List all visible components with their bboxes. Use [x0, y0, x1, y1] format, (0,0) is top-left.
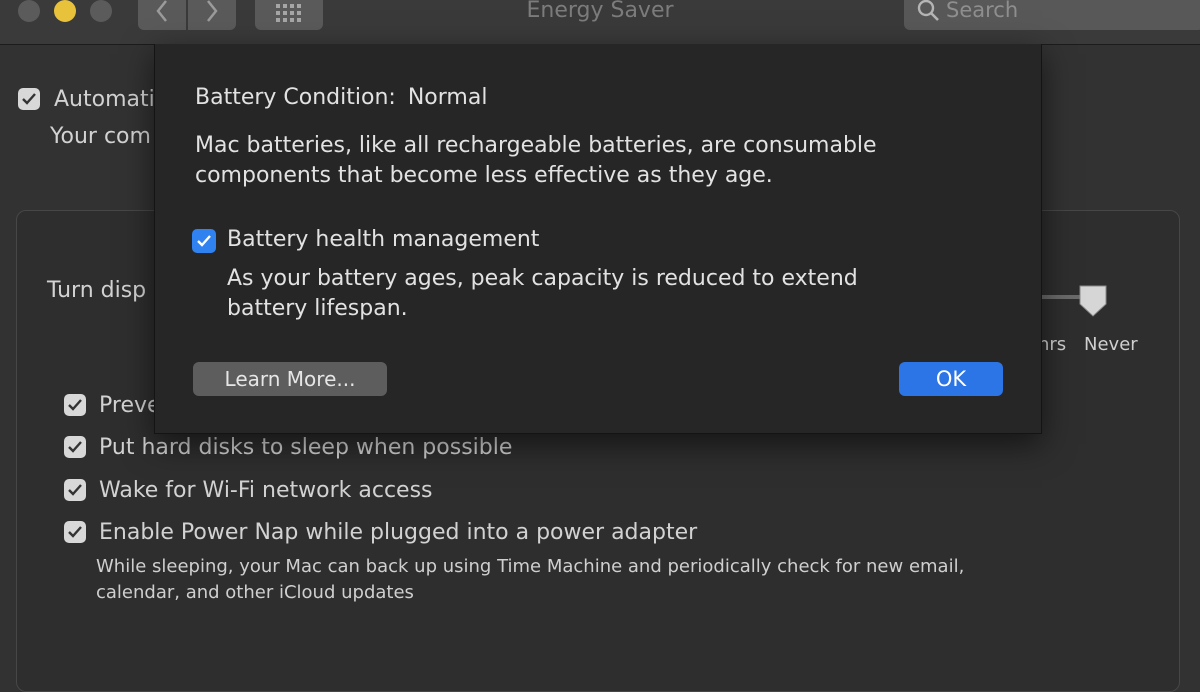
search-field[interactable]: Search: [904, 0, 1200, 30]
slider-tick-never: Never: [1084, 334, 1138, 355]
automatic-sublabel: Your com: [50, 124, 151, 149]
hard-disk-sleep-label: Put hard disks to sleep when possible: [99, 435, 513, 460]
battery-health-label: Battery health management: [227, 227, 540, 252]
option-checkbox[interactable]: [64, 394, 86, 416]
ok-button[interactable]: OK: [899, 362, 1003, 396]
slider-thumb[interactable]: [1078, 284, 1108, 318]
automatic-checkbox[interactable]: [18, 88, 40, 110]
search-placeholder: Search: [946, 0, 1019, 22]
wake-wifi-checkbox[interactable]: [64, 479, 86, 501]
checkmark-icon: [68, 441, 82, 453]
checkmark-icon: [68, 399, 82, 411]
search-icon: [917, 0, 939, 21]
battery-description: Mac batteries, like all rechargeable bat…: [195, 133, 877, 188]
hard-disk-sleep-checkbox[interactable]: [64, 436, 86, 458]
slider-tick-hrs: hrs: [1038, 334, 1067, 355]
battery-condition-label: Battery Condition:: [195, 85, 396, 110]
battery-health-description: As your battery ages, peak capacity is r…: [227, 266, 858, 321]
title-bar: Energy Saver Search: [0, 0, 1200, 45]
checkmark-icon: [22, 93, 36, 105]
checkmark-icon: [197, 235, 211, 247]
option-label: Preve: [99, 393, 161, 418]
learn-more-button[interactable]: Learn More...: [193, 362, 387, 396]
battery-condition-value: Normal: [407, 85, 488, 110]
battery-health-checkbox[interactable]: [192, 229, 216, 253]
power-nap-label: Enable Power Nap while plugged into a po…: [99, 520, 698, 545]
checkmark-icon: [68, 526, 82, 538]
battery-condition: Battery Condition: Normal: [195, 85, 487, 110]
power-nap-description-line2: calendar, and other iCloud updates: [96, 582, 414, 603]
automatic-label: Automati: [54, 87, 155, 112]
battery-condition-sheet: Battery Condition: Normal Mac batteries, …: [154, 44, 1042, 434]
power-nap-description: While sleeping, your Mac can back up usi…: [96, 556, 965, 577]
turn-display-off-label: Turn disp: [47, 278, 147, 303]
wake-wifi-label: Wake for Wi-Fi network access: [99, 478, 433, 503]
checkmark-icon: [68, 484, 82, 496]
power-nap-checkbox[interactable]: [64, 521, 86, 543]
